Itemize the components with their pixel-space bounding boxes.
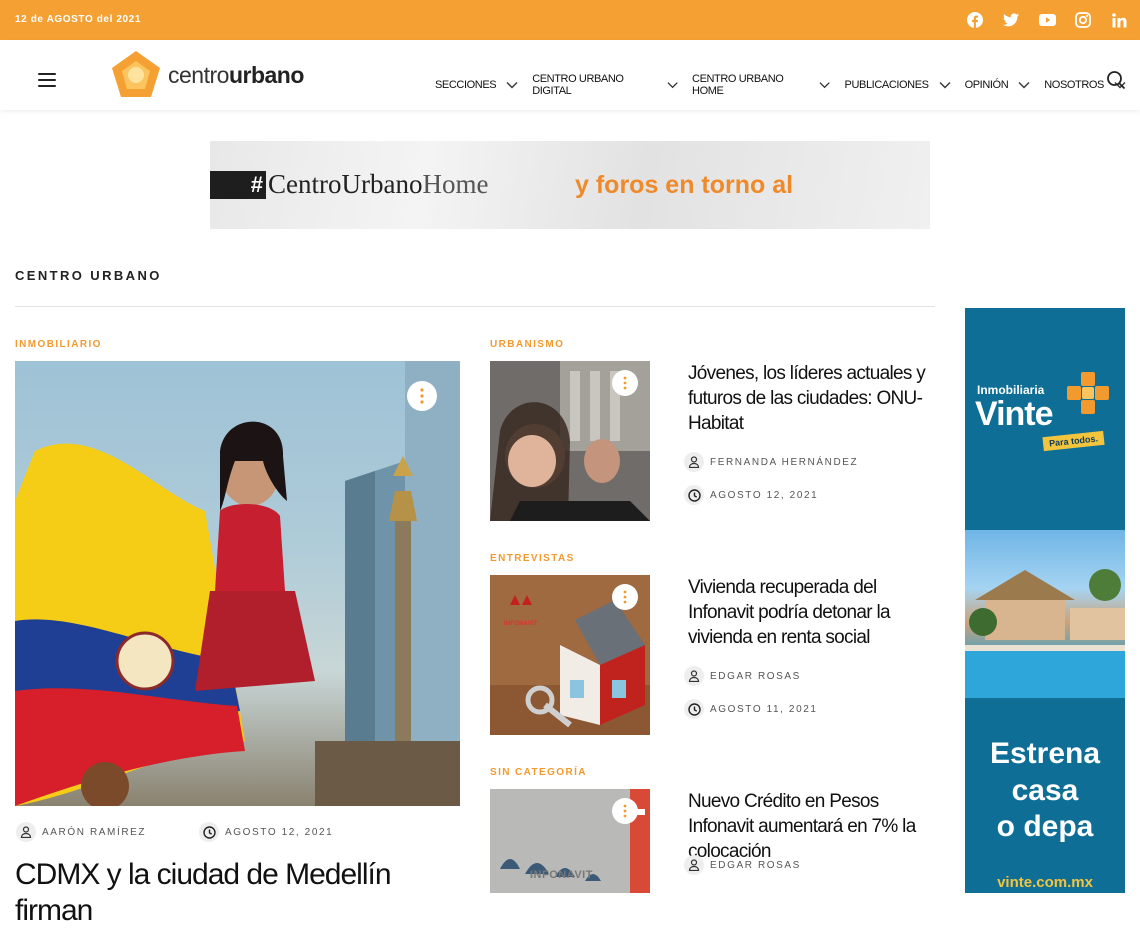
post-category[interactable]: URBANISMO — [490, 339, 564, 350]
post-category[interactable]: SIN CATEGORÍA — [490, 767, 587, 778]
banner-ad[interactable]: # CentroUrbanoHome y foros en torno al — [210, 141, 930, 229]
side-ad[interactable]: Inmobiliaria Vinte Para todos. Estrena c… — [965, 308, 1125, 893]
more-vertical-icon — [623, 376, 627, 390]
clock-icon — [684, 699, 704, 719]
clock-icon — [684, 485, 704, 505]
list-item: ENTREVISTAS INFONAVIT Vivienda recuperad… — [490, 553, 935, 735]
nav-centro-urbano-digital[interactable]: CENTRO URBANO DIGITAL — [532, 73, 678, 97]
search-icon[interactable] — [1106, 70, 1126, 90]
feature-title[interactable]: CDMX y la ciudad de Medellín firman — [15, 857, 460, 929]
feature-photo — [15, 361, 460, 806]
nav-opinion[interactable]: OPINIÓN — [965, 79, 1031, 91]
side-ad-top: Inmobiliaria Vinte Para todos. — [965, 308, 1125, 530]
nav-publicaciones[interactable]: PUBLICACIONES — [845, 79, 951, 91]
post-date: AGOSTO 12, 2021 — [684, 485, 818, 505]
section-title: CENTRO URBANO — [15, 268, 162, 283]
chevron-down-icon — [819, 82, 831, 89]
side-ad-bottom: Estrena casa o depa vinte.com.mx — [965, 698, 1125, 893]
banner-hash: # — [210, 171, 266, 199]
youtube-icon[interactable] — [1038, 11, 1056, 29]
feature-date: AGOSTO 12, 2021 — [199, 822, 333, 842]
chevron-down-icon — [667, 82, 678, 89]
twitter-icon[interactable] — [1002, 11, 1020, 29]
post-author[interactable]: EDGAR ROSAS — [684, 666, 801, 686]
nav-secciones[interactable]: SECCIONES — [435, 79, 518, 91]
more-vertical-icon — [623, 590, 627, 604]
more-options-button[interactable] — [407, 381, 437, 411]
logo-text: centrourbano — [168, 61, 304, 88]
post-title[interactable]: Nuevo Crédito en Pesos Infonavit aumenta… — [688, 789, 935, 864]
post-title[interactable]: Jóvenes, los líderes actuales y futuros … — [688, 361, 935, 436]
more-vertical-icon — [623, 804, 627, 818]
top-bar: 12 de AGOSTO del 2021 — [0, 0, 1140, 40]
more-vertical-icon — [420, 388, 424, 404]
side-ad-url: vinte.com.mx — [997, 874, 1093, 891]
user-icon — [684, 855, 704, 875]
more-options-button[interactable] — [612, 584, 638, 610]
site-logo[interactable]: centrourbano — [110, 50, 304, 100]
user-icon — [16, 822, 36, 842]
user-icon — [684, 452, 704, 472]
banner-brand: CentroUrbanoHome — [268, 169, 489, 199]
list-item: SIN CATEGORÍA INFONAVIT Nuevo Crédito en… — [490, 767, 935, 893]
thumb-label: INFONAVIT — [530, 869, 593, 881]
side-ad-photo — [965, 530, 1125, 698]
chevron-down-icon — [506, 82, 518, 89]
banner-tagline: y foros en torno al — [575, 171, 794, 199]
feature-category[interactable]: INMOBILIARIO — [15, 339, 102, 350]
side-ad-headline: Estrena casa o depa — [989, 737, 1101, 844]
post-thumbnail[interactable] — [490, 361, 650, 521]
post-category[interactable]: ENTREVISTAS — [490, 553, 575, 564]
chevron-down-icon — [939, 82, 951, 89]
instagram-icon[interactable] — [1074, 11, 1092, 29]
list-item: URBANISMO Jóvenes, los líderes actuales … — [490, 339, 935, 521]
feature-image[interactable] — [15, 361, 460, 806]
linkedin-icon[interactable] — [1110, 11, 1128, 29]
more-options-button[interactable] — [612, 798, 638, 824]
side-ad-brand: Vinte — [975, 395, 1054, 433]
post-thumbnail[interactable]: INFONAVIT — [490, 789, 650, 893]
feature-author[interactable]: AARÓN RAMÍREZ — [16, 822, 146, 842]
post-author[interactable]: FERNANDA HERNÁNDEZ — [684, 452, 858, 472]
divider — [15, 306, 935, 307]
thumb-label: INFONAVIT — [504, 621, 538, 627]
post-thumbnail[interactable]: INFONAVIT — [490, 575, 650, 735]
post-author[interactable]: EDGAR ROSAS — [684, 855, 801, 875]
main-nav: SECCIONES CENTRO URBANO DIGITAL CENTRO U… — [435, 73, 1140, 97]
chevron-down-icon — [1018, 82, 1030, 89]
clock-icon — [199, 822, 219, 842]
facebook-icon[interactable] — [966, 11, 984, 29]
current-date: 12 de AGOSTO del 2021 — [15, 14, 141, 25]
logo-pentagon-icon — [112, 51, 160, 97]
user-icon — [684, 666, 704, 686]
nav-centro-urbano-home[interactable]: CENTRO URBANO HOME — [692, 73, 831, 97]
social-links — [966, 11, 1128, 29]
post-date: AGOSTO 11, 2021 — [684, 699, 818, 719]
vinte-logo-icon — [1067, 372, 1109, 414]
more-options-button[interactable] — [612, 370, 638, 396]
site-header: centrourbano SECCIONES CENTRO URBANO DIG… — [0, 40, 1140, 110]
post-title[interactable]: Vivienda recuperada del Infonavit podría… — [688, 575, 935, 650]
menu-icon[interactable] — [38, 73, 56, 87]
